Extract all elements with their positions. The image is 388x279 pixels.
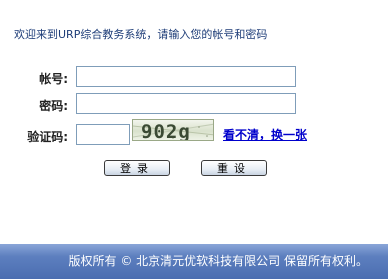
account-label: 帐号: [39,72,68,86]
login-button[interactable]: 登录 [104,160,170,176]
captcha-text: 902g [141,121,191,141]
password-input[interactable] [76,93,296,114]
welcome-message: 欢迎来到URP综合教务系统，请输入您的帐号和密码 [14,28,268,41]
copyright-text: 版权所有 © 北京清元优软科技有限公司 保留所有权利。 [68,254,368,268]
refresh-captcha-link[interactable]: 看不清，换一张 [223,126,307,143]
password-label: 密码: [39,99,68,113]
footer-bar: 版权所有 © 北京清元优软科技有限公司 保留所有权利。 [0,244,388,279]
reset-button[interactable]: 重设 [201,160,267,176]
account-input[interactable] [76,66,296,87]
captcha-label: 验证码: [27,130,68,144]
captcha-input[interactable] [76,124,130,145]
captcha-image[interactable]: 902g [132,119,214,141]
